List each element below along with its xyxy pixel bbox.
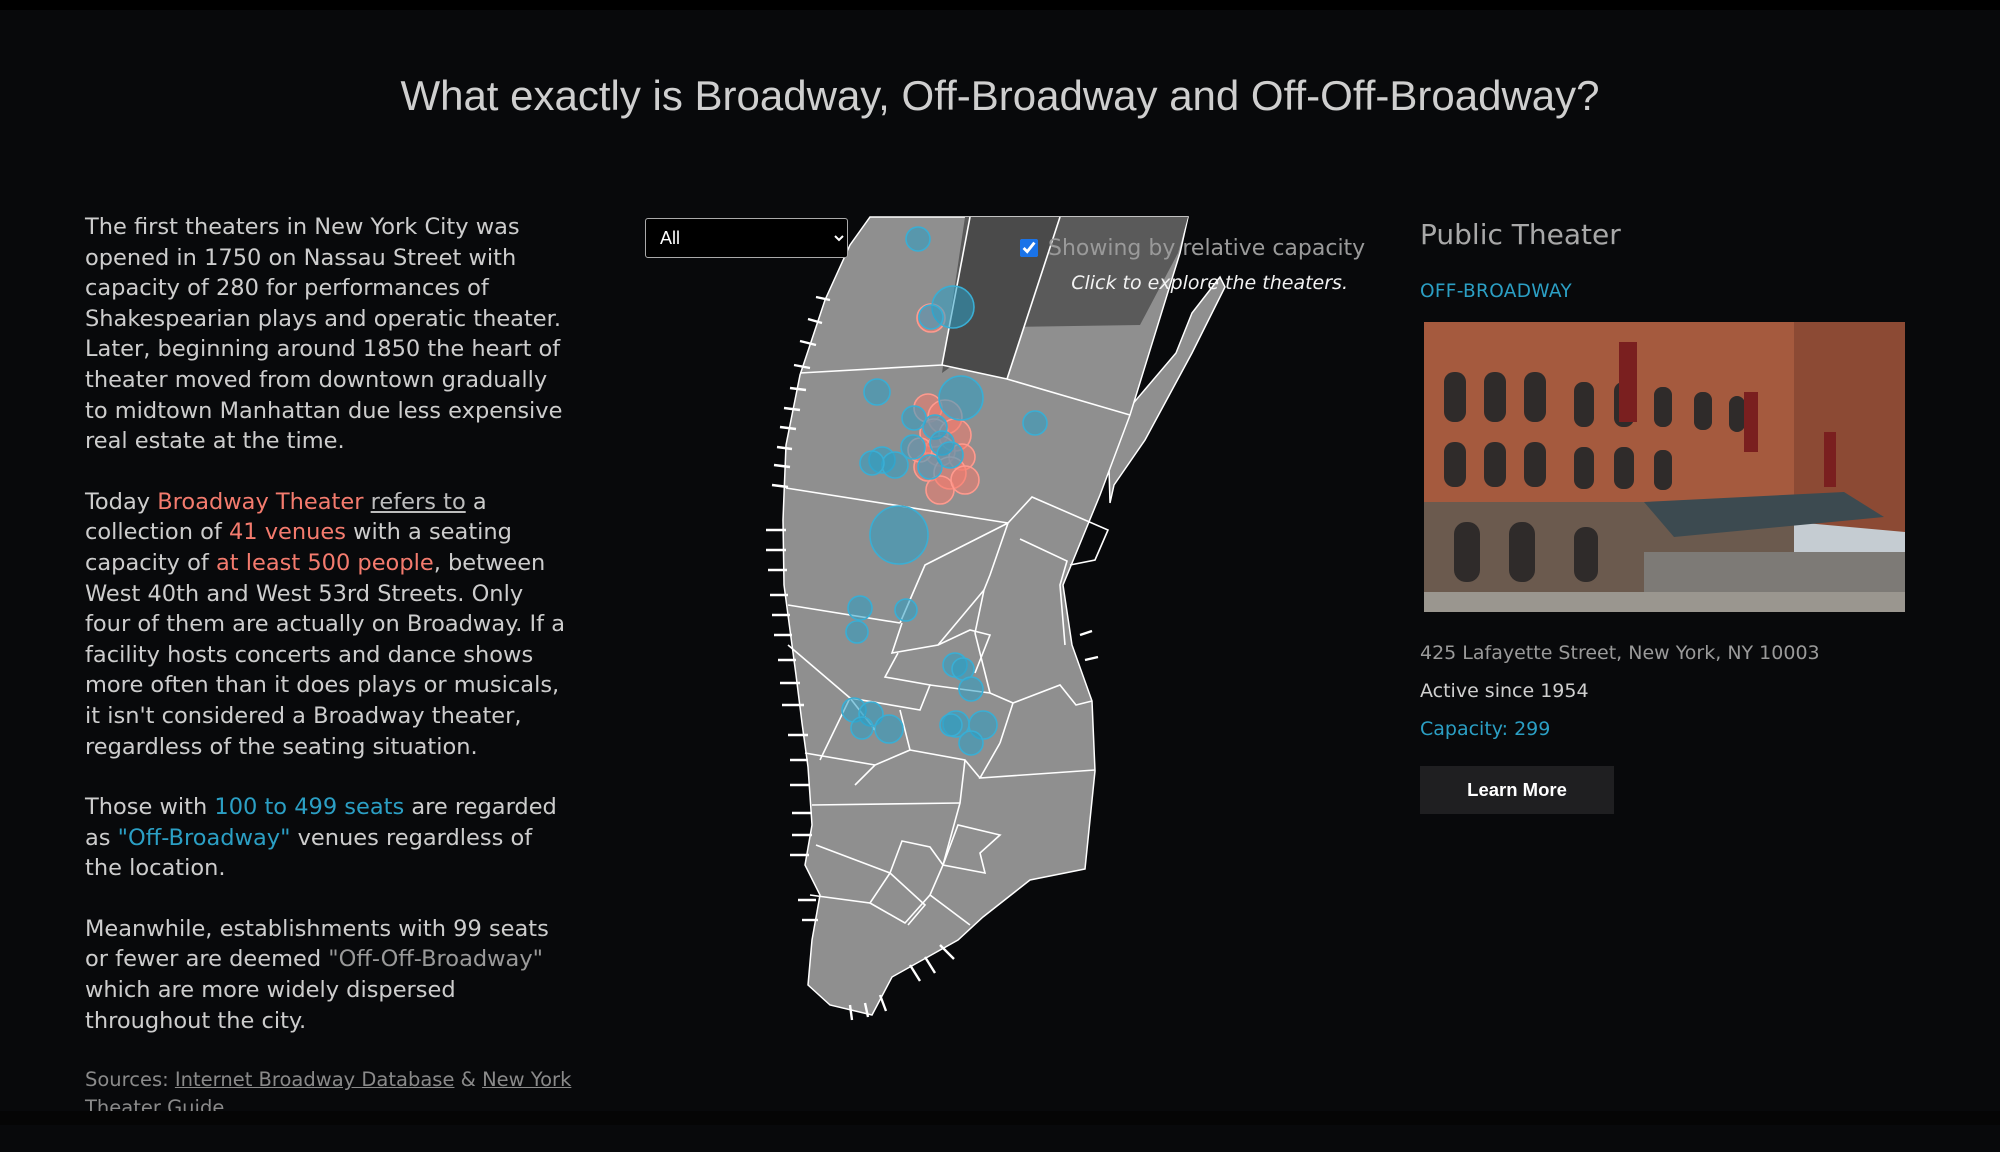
text-span bbox=[363, 489, 370, 515]
intro-paragraph-1: The first theaters in New York City was … bbox=[85, 214, 563, 455]
theater-address: 425 Lafayette Street, New York, NY 10003 bbox=[1420, 642, 1820, 664]
broadway-highlight: Broadway Theater bbox=[157, 488, 364, 515]
text-span: Those with bbox=[85, 794, 215, 821]
capacity-toggle[interactable]: Showing by relative capacity bbox=[1020, 233, 1365, 263]
capacity-checkbox[interactable] bbox=[1020, 239, 1038, 257]
page-title: What exactly is Broadway, Off-Broadway a… bbox=[400, 72, 1600, 119]
intro-paragraph-4: Meanwhile, establishments with 99 seats … bbox=[85, 914, 575, 1036]
learn-more-button[interactable]: Learn More bbox=[1420, 766, 1614, 814]
building-photo-icon bbox=[1424, 322, 1905, 612]
seats-highlight: 100 to 499 seats bbox=[214, 794, 405, 821]
text-span: which are more widely dispersed througho… bbox=[85, 977, 456, 1034]
top-bar bbox=[0, 0, 2000, 10]
bottom-bar bbox=[0, 1111, 2000, 1125]
refers-to-link[interactable]: refers to bbox=[371, 489, 466, 515]
venues-highlight: 41 venues bbox=[228, 519, 346, 546]
text-span: Today bbox=[85, 488, 158, 515]
theater-photo bbox=[1424, 322, 1905, 612]
map-svg[interactable] bbox=[640, 205, 1360, 1035]
capacity-toggle-label: Showing by relative capacity bbox=[1048, 235, 1366, 261]
map-hint: Click to explore the theaters. bbox=[1071, 272, 1348, 294]
manhattan-map[interactable] bbox=[640, 205, 1360, 1035]
source-ibdb-link[interactable]: Internet Broadway Database bbox=[175, 1068, 455, 1091]
theater-active-since: Active since 1954 bbox=[1420, 680, 1589, 702]
theater-name: Public Theater bbox=[1420, 218, 1621, 251]
intro-paragraph-2: Today Broadway Theater refers to a colle… bbox=[85, 487, 575, 762]
text-span: , between West 40th and West 53rd Street… bbox=[85, 549, 566, 760]
off-off-broadway-highlight: "Off-Off-Broadway" bbox=[328, 946, 543, 973]
theater-detail-panel: Public Theater OFF-BROADWAY 425 Lafayett… bbox=[1420, 212, 1920, 814]
capacity-highlight: at least 500 people bbox=[215, 549, 434, 576]
text-span: & bbox=[454, 1068, 483, 1092]
off-broadway-highlight: "Off-Broadway" bbox=[117, 824, 291, 851]
theater-type-filter[interactable]: All bbox=[645, 218, 848, 258]
intro-paragraph-3: Those with 100 to 499 seats are regarded… bbox=[85, 792, 575, 884]
theater-capacity: Capacity: 299 bbox=[1420, 718, 1551, 740]
sources-label: Sources: bbox=[85, 1068, 175, 1092]
theater-category: OFF-BROADWAY bbox=[1420, 281, 1572, 302]
intro-text: The first theaters in New York City was … bbox=[85, 212, 575, 1152]
